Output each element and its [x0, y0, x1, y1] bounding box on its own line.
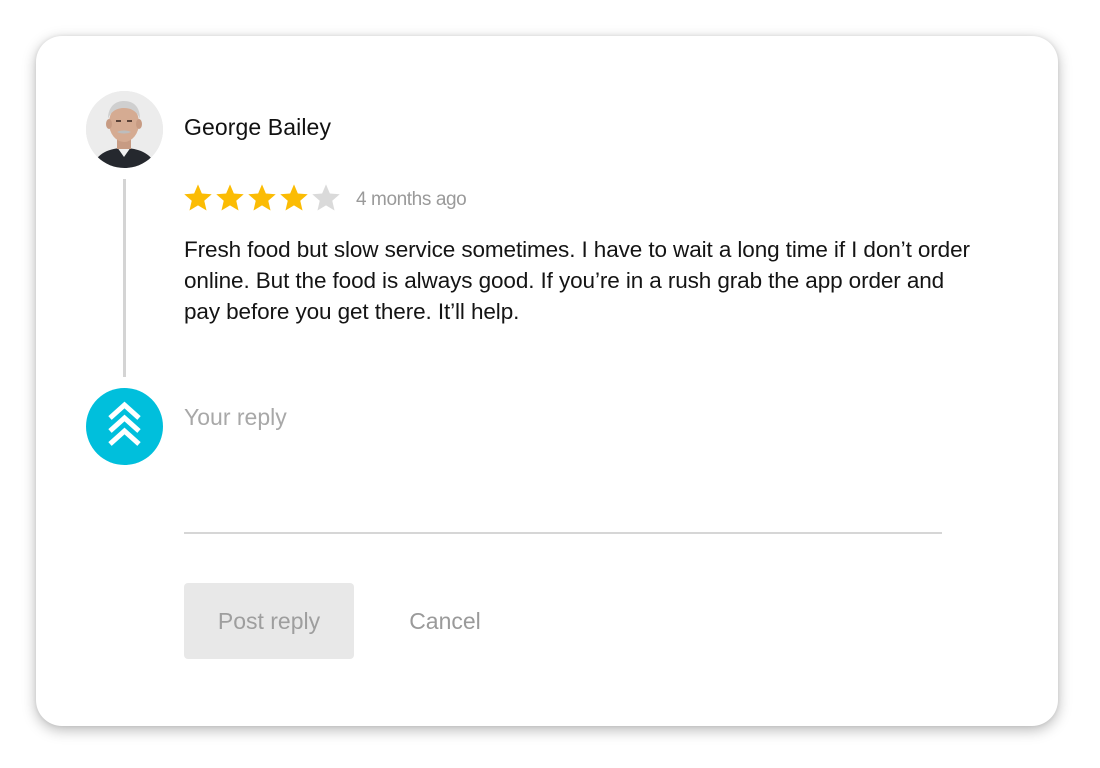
reviewer-name: George Bailey: [184, 114, 332, 140]
star-filled-icon: [280, 184, 308, 211]
reviewer-avatar: [86, 91, 163, 168]
cancel-button[interactable]: Cancel: [392, 583, 498, 659]
person-photo-icon: [86, 91, 163, 168]
star-filled-icon: [184, 184, 212, 211]
review-timestamp: 4 months ago: [356, 189, 467, 210]
chevrons-up-icon: [108, 401, 141, 446]
star-filled-icon: [216, 184, 244, 211]
review-text: Fresh food but slow service sometimes. I…: [184, 237, 970, 324]
owner-avatar: [86, 388, 163, 465]
thread-connector-line: [123, 179, 126, 377]
star-filled-icon: [248, 184, 276, 211]
reply-input[interactable]: [184, 404, 942, 534]
post-reply-button[interactable]: Post reply: [184, 583, 354, 659]
star-rating: [182, 182, 342, 214]
star-empty-icon: [312, 184, 340, 211]
review-card: George Bailey 4 months ago Fresh food bu…: [36, 36, 1058, 726]
